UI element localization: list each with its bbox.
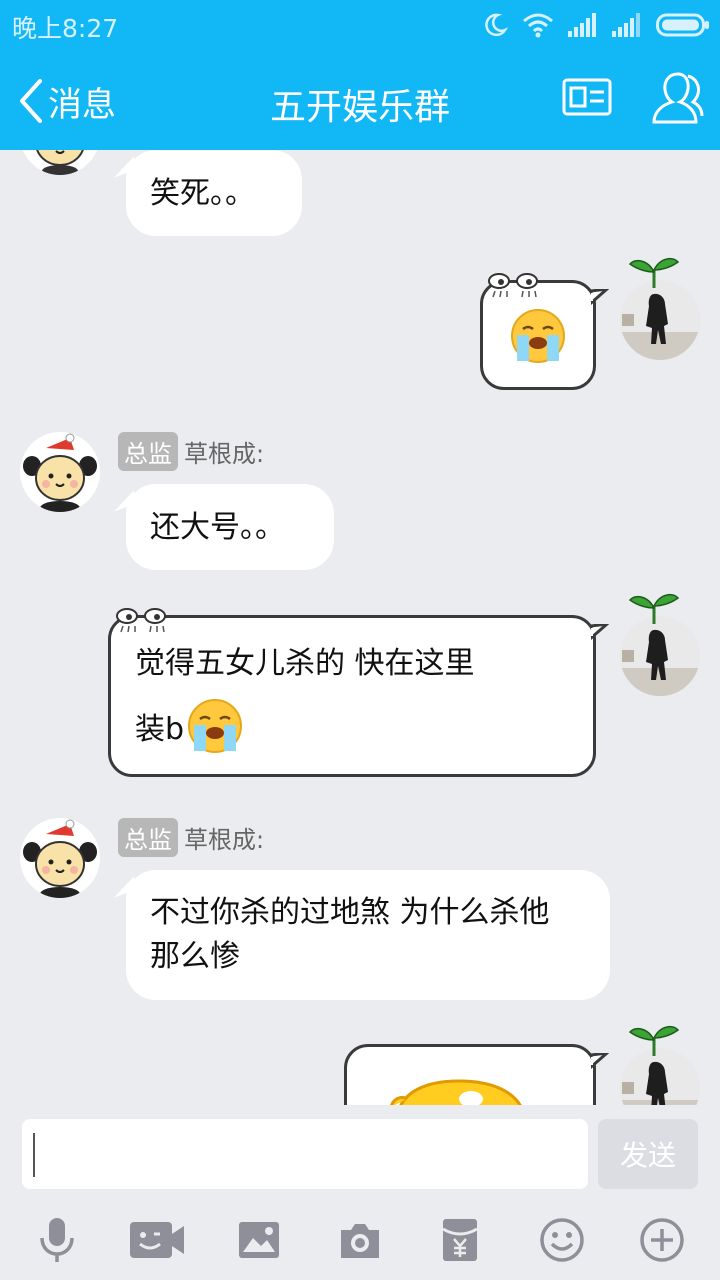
video-button[interactable] (127, 1214, 187, 1266)
members-icon (652, 72, 704, 124)
camera-icon (341, 1224, 379, 1258)
status-time: 晚上8:27 (12, 14, 119, 43)
id-card-icon (562, 78, 612, 116)
my-avatar[interactable] (620, 593, 700, 696)
sender-name[interactable]: 草根成: (184, 434, 264, 469)
bubble-eyes-icon (116, 608, 166, 633)
bubble-eyes-icon (488, 273, 538, 298)
video-call-icon (130, 1222, 184, 1258)
chat-header: 消息 五开娱乐群 (0, 50, 720, 150)
my-message-bubble[interactable]: 觉得五女儿杀的 快在这里 装b (108, 608, 609, 777)
signal-icon (568, 13, 596, 37)
emoji-icon (540, 1218, 584, 1262)
message-bubble[interactable]: 不过你杀的过地煞 为什么杀他 那么惨 (126, 870, 610, 1000)
sender-avatar[interactable] (20, 432, 100, 512)
message-bubble[interactable]: 笑死。。 (126, 150, 302, 236)
bubble-tail (591, 624, 609, 640)
group-card-button[interactable] (562, 72, 612, 126)
bubble-tail (591, 289, 609, 305)
camera-button[interactable] (330, 1214, 390, 1266)
message-text: 觉得五女儿杀的 快在这里 (135, 646, 475, 681)
crying-emoji-icon (511, 309, 565, 363)
sender-line: 总监 草根成: (118, 818, 264, 857)
sprout-icon (628, 1025, 680, 1056)
image-button[interactable] (229, 1214, 289, 1266)
status-icons (482, 10, 710, 40)
image-icon (239, 1222, 279, 1258)
panda-avatar-icon (22, 150, 98, 175)
signal-icon-2 (612, 13, 640, 37)
plus-icon (640, 1218, 684, 1262)
sprout-icon (628, 593, 680, 624)
message-text: 笑死。。 (150, 176, 255, 211)
text-caret (33, 1133, 35, 1177)
my-sticker-bubble[interactable] (344, 1044, 609, 1105)
microphone-icon (40, 1218, 74, 1262)
page-title: 五开娱乐群 (269, 87, 450, 128)
input-toolbar (0, 1200, 720, 1280)
sender-avatar[interactable] (20, 818, 100, 898)
message-bubble[interactable]: 还大号。。 (126, 484, 334, 570)
role-badge: 总监 (118, 818, 178, 857)
emoji-button[interactable] (532, 1214, 592, 1266)
message-text: 装b (135, 712, 185, 747)
more-button[interactable] (632, 1214, 692, 1266)
input-bar: 发送 (0, 1105, 720, 1200)
group-members-button[interactable] (648, 68, 704, 132)
user-photo-icon (620, 616, 700, 696)
sprout-icon (628, 257, 680, 288)
sender-avatar[interactable] (20, 150, 100, 175)
user-photo-icon (620, 280, 700, 360)
sender-line: 总监 草根成: (118, 432, 264, 471)
sender-name[interactable]: 草根成: (184, 820, 264, 855)
role-badge: 总监 (118, 432, 178, 471)
my-message-bubble[interactable] (480, 273, 609, 390)
message-list[interactable]: 笑死。。 总监 草根成: 还大号。。 觉得五女儿杀的 快在这里 装b 总监 草根… (0, 150, 720, 1105)
my-avatar[interactable] (620, 1025, 700, 1105)
message-input[interactable] (22, 1119, 588, 1189)
sticker-icon (390, 1079, 522, 1105)
battery-icon (656, 13, 709, 37)
send-button[interactable]: 发送 (598, 1119, 698, 1189)
crying-emoji-icon (188, 699, 243, 753)
voice-button[interactable] (27, 1214, 87, 1266)
wifi-icon (523, 13, 553, 38)
red-packet-button[interactable] (430, 1214, 490, 1266)
my-avatar[interactable] (620, 257, 700, 360)
panda-avatar-icon (20, 432, 100, 512)
message-text: 不过你杀的过地煞 为什么杀他 (150, 895, 550, 930)
panda-avatar-icon (20, 818, 100, 898)
message-text-line2: 装b (135, 694, 244, 758)
message-text: 那么惨 (150, 939, 240, 974)
status-bar: 晚上8:27 (0, 0, 720, 50)
bubble-tail (591, 1053, 609, 1069)
moon-icon (485, 13, 508, 37)
message-text: 还大号。。 (150, 510, 285, 545)
red-packet-icon (442, 1219, 478, 1261)
